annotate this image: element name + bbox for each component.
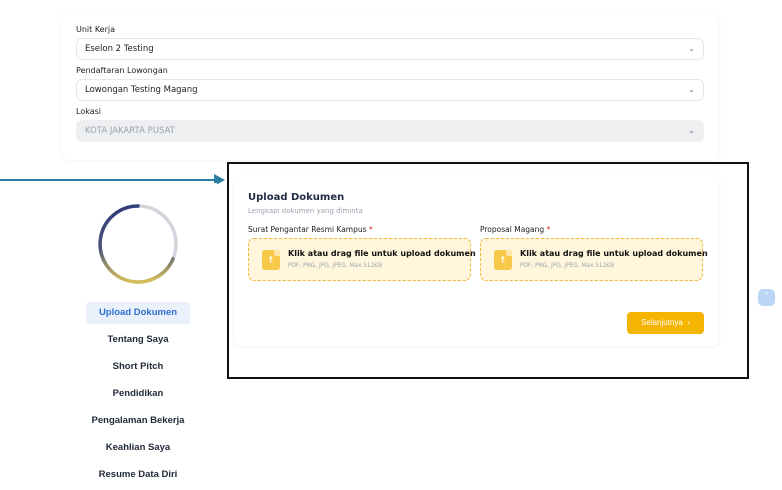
unit-kerja-label: Unit Kerja bbox=[76, 25, 116, 34]
pendaftaran-lowongan-value: Lowongan Testing Magang bbox=[85, 85, 198, 95]
sidebar-item-tentang-saya[interactable]: Tentang Saya bbox=[86, 329, 190, 351]
scroll-to-top-button[interactable]: ˄ bbox=[758, 289, 775, 306]
chevron-right-icon: › bbox=[687, 318, 690, 327]
annotation-arrow-line bbox=[0, 179, 216, 181]
job-form-card: Unit Kerja Eselon 2 Testing ⌄ Pendaftara… bbox=[62, 12, 719, 160]
dropzone-hint: PDF, PNG, JPG, JPEG. Max 512KB bbox=[520, 263, 615, 269]
sidebar-item-short-pitch[interactable]: Short Pitch bbox=[86, 356, 190, 378]
dropzone-prompt: Klik atau drag file untuk upload dokumen bbox=[288, 249, 476, 258]
progress-ring bbox=[98, 204, 178, 284]
upload-title: Upload Dokumen bbox=[248, 192, 345, 203]
dropzone-prompt: Klik atau drag file untuk upload dokumen bbox=[520, 249, 708, 258]
file-upload-icon: ↑ bbox=[494, 250, 512, 270]
next-button[interactable]: Selanjutnya › bbox=[627, 312, 704, 334]
sidebar-item-upload-dokumen[interactable]: Upload Dokumen bbox=[86, 302, 190, 324]
proposal-magang-dropzone[interactable]: ↑ Klik atau drag file untuk upload dokum… bbox=[480, 238, 708, 281]
upload-subtitle: Lengkapi dokumen yang diminta bbox=[248, 207, 363, 215]
sidebar: Upload Dokumen Tentang Saya Short Pitch … bbox=[62, 183, 217, 490]
surat-pengantar-label: Surat Pengantar Resmi Kampus * bbox=[248, 225, 373, 234]
lokasi-value: KOTA JAKARTA PUSAT bbox=[85, 126, 175, 136]
chevron-up-icon: ˄ bbox=[764, 292, 769, 302]
pendaftaran-lowongan-label: Pendaftaran Lowongan bbox=[76, 66, 168, 75]
pendaftaran-lowongan-select[interactable]: Lowongan Testing Magang ⌄ bbox=[76, 79, 704, 101]
surat-pengantar-dropzone[interactable]: ↑ Klik atau drag file untuk upload dokum… bbox=[248, 238, 476, 281]
sidebar-item-pengalaman-bekerja[interactable]: Pengalaman Bekerja bbox=[76, 410, 200, 432]
dropzone-hint: PDF, PNG, JPG, JPEG. Max 512KB bbox=[288, 263, 383, 269]
lokasi-label: Lokasi bbox=[76, 107, 101, 116]
sidebar-item-keahlian-saya[interactable]: Keahlian Saya bbox=[86, 437, 190, 459]
proposal-magang-label: Proposal Magang * bbox=[480, 225, 551, 234]
file-upload-icon: ↑ bbox=[262, 250, 280, 270]
chevron-down-icon: ⌄ bbox=[688, 85, 695, 94]
chevron-down-icon: ⌄ bbox=[688, 44, 695, 53]
unit-kerja-value: Eselon 2 Testing bbox=[85, 44, 154, 54]
chevron-down-icon: ⌄ bbox=[688, 126, 695, 135]
upload-dokumen-card: Upload Dokumen Lengkapi dokumen yang dim… bbox=[234, 176, 719, 346]
lokasi-select: KOTA JAKARTA PUSAT ⌄ bbox=[76, 120, 704, 142]
sidebar-item-resume-data-diri[interactable]: Resume Data Diri bbox=[86, 464, 190, 486]
unit-kerja-select[interactable]: Eselon 2 Testing ⌄ bbox=[76, 38, 704, 60]
sidebar-item-pendidikan[interactable]: Pendidikan bbox=[86, 383, 190, 405]
